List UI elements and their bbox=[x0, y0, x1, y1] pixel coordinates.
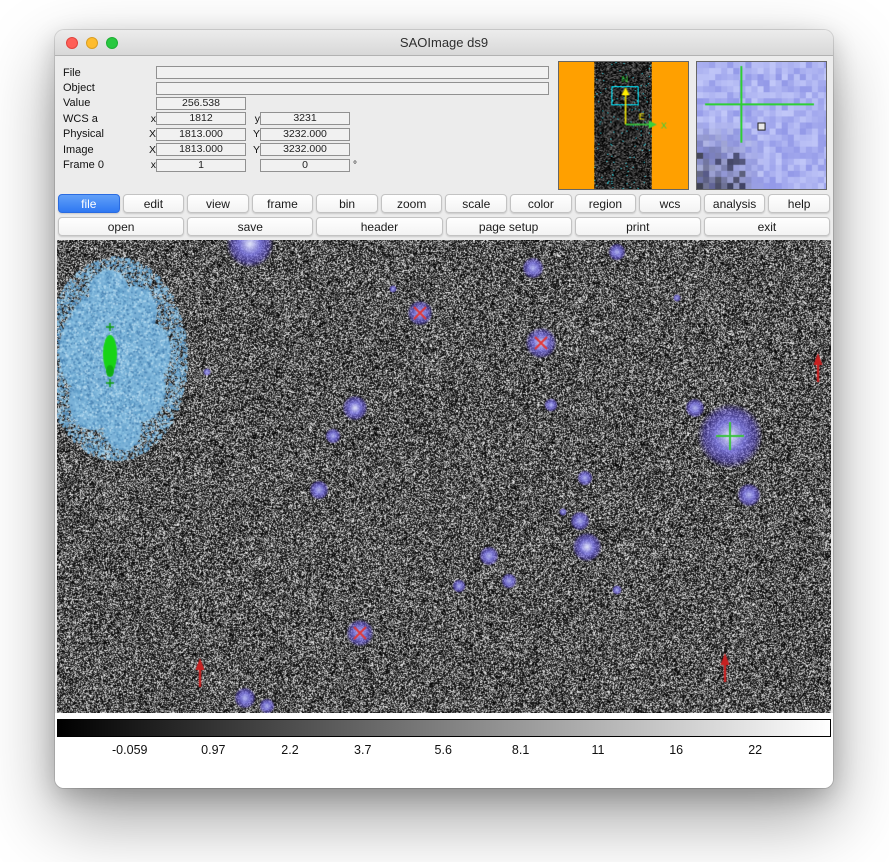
image-y-field: 3232.000 bbox=[260, 143, 350, 156]
value-field: 256.538 bbox=[156, 97, 246, 110]
colorbar-tick: 2.2 bbox=[281, 743, 298, 757]
physical-label: Physical bbox=[63, 128, 146, 140]
colorbar-tick: 22 bbox=[748, 743, 762, 757]
physical-x-coord-label: X bbox=[146, 128, 156, 140]
colorbar-tick: 8.1 bbox=[512, 743, 529, 757]
main-image-canvas[interactable] bbox=[57, 240, 831, 713]
info-row-wcs: WCS a x 1812 y 3231 bbox=[63, 111, 551, 126]
object-label: Object bbox=[63, 82, 146, 94]
colorbar-tick: 16 bbox=[669, 743, 683, 757]
info-row-object: Object bbox=[63, 80, 551, 95]
info-row-physical: Physical X 1813.000 Y 3232.000 bbox=[63, 127, 551, 142]
image-label: Image bbox=[63, 144, 146, 156]
value-label: Value bbox=[63, 97, 146, 109]
file-label: File bbox=[63, 67, 146, 79]
colorbar-ticks: -0.059 0.97 2.2 3.7 5.6 8.1 11 16 22 bbox=[57, 741, 831, 758]
wcs-label: WCS a bbox=[63, 113, 146, 125]
header-button[interactable]: header bbox=[316, 217, 442, 236]
menu-view[interactable]: view bbox=[187, 194, 249, 213]
colorbar-tick: -0.059 bbox=[112, 743, 147, 757]
frame-zoom-field: 1 bbox=[156, 159, 246, 172]
menu-bin[interactable]: bin bbox=[316, 194, 378, 213]
frame-zoom-coord-label: x bbox=[146, 159, 156, 171]
colorbar-area: -0.059 0.97 2.2 3.7 5.6 8.1 11 16 22 bbox=[55, 713, 833, 788]
object-field bbox=[156, 82, 549, 95]
colorbar-tick: 11 bbox=[592, 743, 605, 757]
minimize-button[interactable] bbox=[86, 37, 98, 49]
info-row-value: Value 256.538 bbox=[63, 96, 551, 111]
menu-wcs[interactable]: wcs bbox=[639, 194, 701, 213]
info-section: File Object Value 256.538 WCS a x 1812 y… bbox=[55, 56, 833, 192]
panner-canvas[interactable] bbox=[558, 61, 689, 190]
save-button[interactable]: save bbox=[187, 217, 313, 236]
menu-analysis[interactable]: analysis bbox=[704, 194, 766, 213]
physical-y-field: 3232.000 bbox=[260, 128, 350, 141]
image-x-coord-label: X bbox=[146, 144, 156, 156]
menu-scale[interactable]: scale bbox=[445, 194, 507, 213]
wcs-x-coord-label: x bbox=[146, 113, 156, 125]
degrees-symbol: ° bbox=[353, 160, 357, 171]
menu-zoom[interactable]: zoom bbox=[381, 194, 443, 213]
colorbar-tick: 5.6 bbox=[435, 743, 452, 757]
page-setup-button[interactable]: page setup bbox=[446, 217, 572, 236]
menu-bar: file edit view frame bin zoom scale colo… bbox=[55, 192, 833, 215]
exit-button[interactable]: exit bbox=[704, 217, 830, 236]
open-button[interactable]: open bbox=[58, 217, 184, 236]
physical-x-field: 1813.000 bbox=[156, 128, 246, 141]
file-actions-bar: open save header page setup print exit bbox=[55, 215, 833, 238]
info-row-image: Image X 1813.000 Y 3232.000 bbox=[63, 142, 551, 157]
close-button[interactable] bbox=[66, 37, 78, 49]
frame-rotate-field: 0 bbox=[260, 159, 350, 172]
image-x-field: 1813.000 bbox=[156, 143, 246, 156]
menu-region[interactable]: region bbox=[575, 194, 637, 213]
traffic-lights bbox=[66, 37, 118, 49]
wcs-x-field: 1812 bbox=[156, 112, 246, 125]
window-title: SAOImage ds9 bbox=[400, 35, 488, 50]
menu-edit[interactable]: edit bbox=[123, 194, 185, 213]
menu-frame[interactable]: frame bbox=[252, 194, 314, 213]
info-rows: File Object Value 256.538 WCS a x 1812 y… bbox=[63, 60, 551, 190]
image-y-coord-label: Y bbox=[250, 144, 260, 156]
physical-y-coord-label: Y bbox=[250, 128, 260, 140]
wcs-y-coord-label: y bbox=[250, 113, 260, 125]
info-row-frame: Frame 0 x 1 0 ° bbox=[63, 157, 551, 172]
frame-label: Frame 0 bbox=[63, 159, 146, 171]
menu-file[interactable]: file bbox=[58, 194, 120, 213]
colorbar[interactable] bbox=[57, 719, 831, 737]
colorbar-tick: 3.7 bbox=[354, 743, 371, 757]
menu-help[interactable]: help bbox=[768, 194, 830, 213]
menu-color[interactable]: color bbox=[510, 194, 572, 213]
zoom-button[interactable] bbox=[106, 37, 118, 49]
magnifier-canvas bbox=[696, 61, 827, 190]
ds9-window: SAOImage ds9 File Object Value 256.538 W… bbox=[55, 30, 833, 788]
titlebar[interactable]: SAOImage ds9 bbox=[55, 30, 833, 56]
print-button[interactable]: print bbox=[575, 217, 701, 236]
colorbar-tick: 0.97 bbox=[201, 743, 225, 757]
info-row-file: File bbox=[63, 65, 551, 80]
file-field bbox=[156, 66, 549, 79]
wcs-y-field: 3231 bbox=[260, 112, 350, 125]
